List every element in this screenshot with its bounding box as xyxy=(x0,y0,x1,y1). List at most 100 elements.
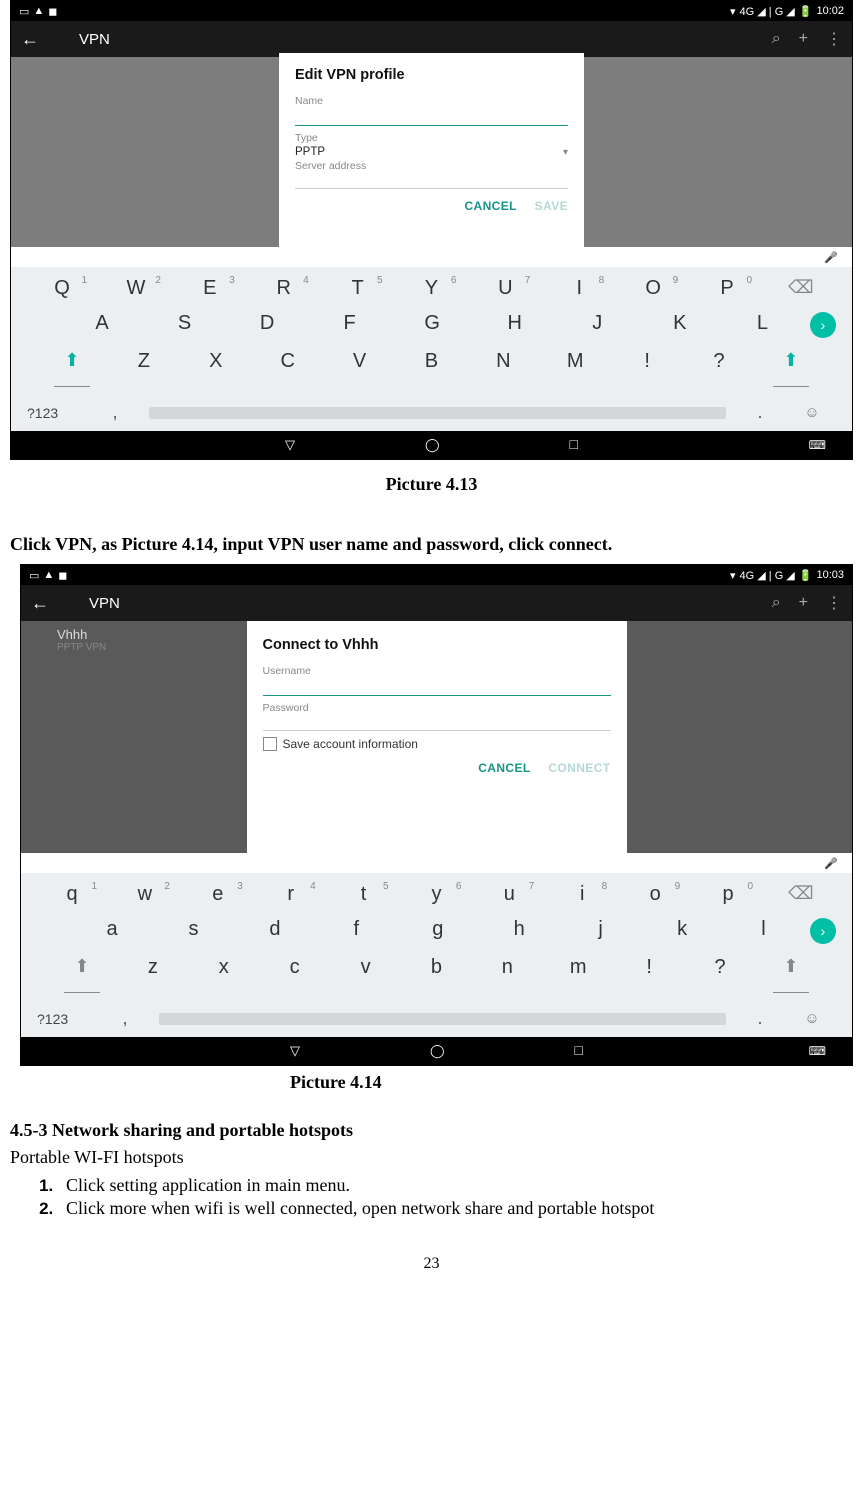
key[interactable]: r4 xyxy=(256,883,326,906)
key[interactable]: k xyxy=(647,918,717,944)
mic-icon[interactable] xyxy=(824,854,838,872)
backspace-key[interactable] xyxy=(766,883,836,906)
nav-back-icon[interactable] xyxy=(285,436,295,454)
key[interactable]: p0 xyxy=(693,883,763,906)
shift-key[interactable]: ⬆ xyxy=(47,956,117,998)
key[interactable]: B xyxy=(396,350,466,392)
type-select[interactable]: PPTP xyxy=(295,144,568,160)
emoji-key[interactable]: ☺ xyxy=(788,1010,836,1027)
key[interactable]: ? xyxy=(685,956,755,998)
emoji-key[interactable]: ☺ xyxy=(788,404,836,421)
nav-keyboard-icon[interactable]: ⌨ xyxy=(809,438,826,453)
key[interactable]: A xyxy=(67,312,137,338)
key[interactable]: O9 xyxy=(618,277,688,300)
key[interactable]: ! xyxy=(612,350,682,392)
nav-recent-icon[interactable] xyxy=(575,1042,583,1060)
cancel-button[interactable]: CANCEL xyxy=(464,199,516,213)
comma-key[interactable]: , xyxy=(97,1008,153,1029)
key[interactable]: ! xyxy=(614,956,684,998)
save-button[interactable]: SAVE xyxy=(535,199,568,213)
shift-key[interactable]: ⬆ xyxy=(756,350,826,392)
space-key[interactable] xyxy=(159,1013,726,1025)
password-input[interactable] xyxy=(263,714,611,731)
key[interactable]: L xyxy=(727,312,797,338)
vpn-list-item[interactable]: Vhhh PPTP VPN xyxy=(57,627,106,653)
mic-icon[interactable] xyxy=(824,248,838,266)
key[interactable]: o9 xyxy=(620,883,690,906)
back-icon[interactable] xyxy=(31,593,49,614)
key[interactable]: c xyxy=(260,956,330,998)
key[interactable]: W2 xyxy=(101,277,171,300)
shift-key[interactable]: ⬆ xyxy=(37,350,107,392)
key[interactable]: I8 xyxy=(544,277,614,300)
nav-back-icon[interactable] xyxy=(290,1042,300,1060)
key[interactable]: w2 xyxy=(110,883,180,906)
key[interactable]: R4 xyxy=(249,277,319,300)
key[interactable]: K xyxy=(645,312,715,338)
key[interactable]: q1 xyxy=(37,883,107,906)
server-input[interactable] xyxy=(295,172,568,189)
save-info-checkbox[interactable]: Save account information xyxy=(263,737,611,751)
key[interactable]: u7 xyxy=(474,883,544,906)
key[interactable]: E3 xyxy=(175,277,245,300)
add-icon[interactable] xyxy=(799,30,808,48)
key[interactable]: Y6 xyxy=(396,277,466,300)
key[interactable]: V xyxy=(325,350,395,392)
search-icon[interactable] xyxy=(772,594,781,612)
key[interactable]: Z xyxy=(109,350,179,392)
key[interactable]: D xyxy=(232,312,302,338)
key[interactable]: x xyxy=(189,956,259,998)
nav-keyboard-icon[interactable]: ⌨ xyxy=(809,1044,826,1059)
enter-key[interactable]: › xyxy=(810,312,836,338)
symbols-key[interactable]: ?123 xyxy=(27,405,87,421)
menu-icon[interactable] xyxy=(826,593,842,613)
key[interactable]: ? xyxy=(684,350,754,392)
key[interactable]: N xyxy=(468,350,538,392)
cancel-button[interactable]: CANCEL xyxy=(478,761,530,775)
key[interactable]: n xyxy=(472,956,542,998)
key[interactable]: s xyxy=(158,918,228,944)
comma-key[interactable]: , xyxy=(87,402,143,423)
key[interactable]: g xyxy=(403,918,473,944)
key[interactable]: b xyxy=(401,956,471,998)
key[interactable]: i8 xyxy=(547,883,617,906)
key[interactable]: a xyxy=(77,918,147,944)
key[interactable]: h xyxy=(484,918,554,944)
period-key[interactable]: . xyxy=(732,402,788,423)
key[interactable]: z xyxy=(118,956,188,998)
key[interactable]: X xyxy=(181,350,251,392)
search-icon[interactable] xyxy=(772,30,781,48)
shift-key[interactable]: ⬆ xyxy=(756,956,826,998)
nav-home-icon[interactable] xyxy=(430,1042,445,1060)
key[interactable]: j xyxy=(566,918,636,944)
key[interactable]: m xyxy=(543,956,613,998)
key[interactable]: e3 xyxy=(183,883,253,906)
key[interactable]: M xyxy=(540,350,610,392)
key[interactable]: J xyxy=(562,312,632,338)
key[interactable]: v xyxy=(331,956,401,998)
backspace-key[interactable] xyxy=(766,277,836,300)
symbols-key[interactable]: ?123 xyxy=(37,1011,97,1027)
nav-home-icon[interactable] xyxy=(425,436,440,454)
key[interactable]: C xyxy=(253,350,323,392)
menu-icon[interactable] xyxy=(826,29,842,49)
connect-button[interactable]: CONNECT xyxy=(548,761,610,775)
key[interactable]: U7 xyxy=(470,277,540,300)
back-icon[interactable] xyxy=(21,29,39,50)
add-icon[interactable] xyxy=(799,594,808,612)
username-input[interactable] xyxy=(263,677,611,696)
key[interactable]: f xyxy=(321,918,391,944)
key[interactable]: l xyxy=(729,918,799,944)
key[interactable]: y6 xyxy=(401,883,471,906)
space-key[interactable] xyxy=(149,407,726,419)
key[interactable]: T5 xyxy=(323,277,393,300)
name-input[interactable] xyxy=(295,107,568,126)
key[interactable]: H xyxy=(480,312,550,338)
key[interactable]: P0 xyxy=(692,277,762,300)
key[interactable]: t5 xyxy=(329,883,399,906)
key[interactable]: Q1 xyxy=(27,277,97,300)
key[interactable]: d xyxy=(240,918,310,944)
key[interactable]: S xyxy=(150,312,220,338)
enter-key[interactable]: › xyxy=(810,918,836,944)
key[interactable]: F xyxy=(315,312,385,338)
